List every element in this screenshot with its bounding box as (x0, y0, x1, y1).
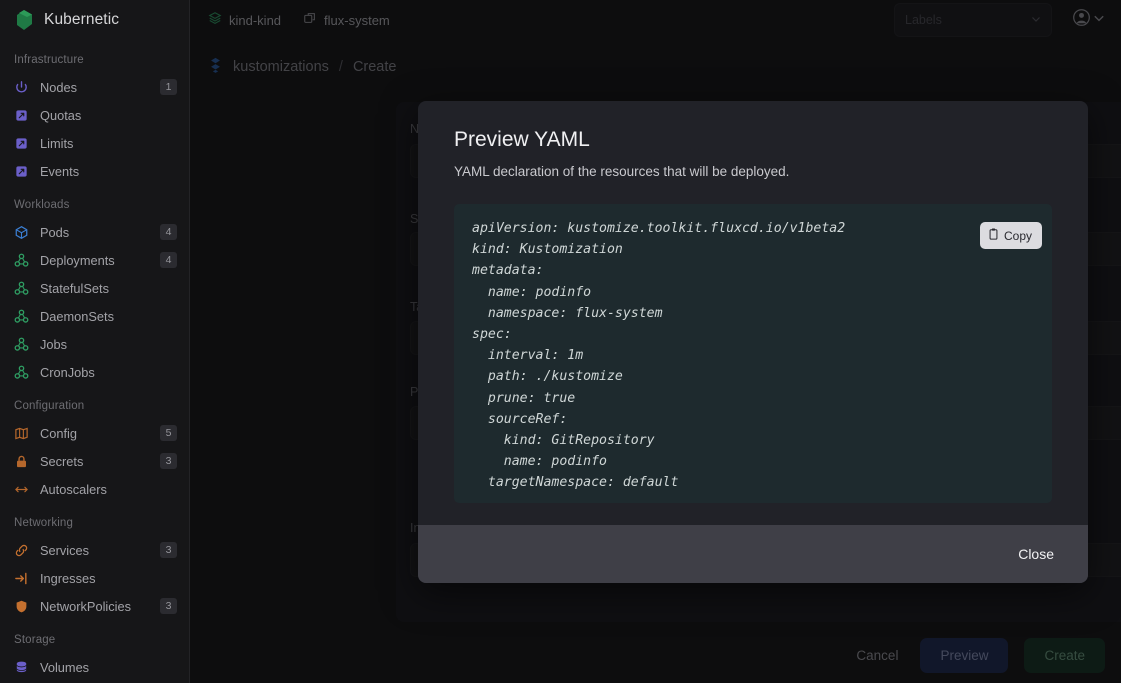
sidebar-item-daemonsets[interactable]: DaemonSets (0, 302, 189, 330)
sidebar-item-limits[interactable]: Limits (0, 129, 189, 157)
sidebar-item-label: NetworkPolicies (40, 598, 132, 614)
sidebar-nav: Infrastructure Nodes 1 Quotas Limits Events Wo… (0, 40, 189, 683)
sidebar-item-label: Ingresses (40, 570, 96, 586)
sidebar-section-title: Workloads (14, 199, 70, 211)
gauge-icon (14, 108, 29, 123)
arrows-horizontal-icon (14, 482, 29, 497)
sidebar-item-events[interactable]: Events (0, 157, 189, 185)
sidebar-item-badge: 3 (160, 542, 177, 558)
cluster-icon (14, 365, 29, 380)
sidebar-item-label: Events (40, 163, 80, 179)
cluster-icon (14, 337, 29, 352)
cube-icon (14, 225, 29, 240)
sidebar-section-title: Storage (14, 634, 56, 646)
sidebar-item-label: Services (40, 542, 90, 558)
sidebar-item-pods[interactable]: Pods 4 (0, 218, 189, 246)
sidebar-item-label: Autoscalers (40, 481, 107, 497)
gauge-icon (14, 164, 29, 179)
sidebar-item-badge: 5 (160, 425, 177, 441)
yaml-content: apiVersion: kustomize.toolkit.fluxcd.io/… (472, 221, 846, 491)
sidebar-item-label: Jobs (40, 336, 68, 352)
sidebar-item-badge: 3 (160, 598, 177, 614)
sidebar-item-statefulsets[interactable]: StatefulSets (0, 274, 189, 302)
sidebar-section-title: Configuration (14, 400, 85, 412)
sidebar-item-label: Nodes (40, 79, 77, 95)
sidebar-item-label: Config (40, 425, 77, 441)
close-button[interactable]: Close (1012, 538, 1060, 570)
copy-button[interactable]: Copy (979, 222, 1042, 249)
sidebar: Kubernetic Infrastructure Nodes 1 Quotas Lim… (0, 0, 190, 683)
sidebar-item-badge: 4 (160, 224, 177, 240)
map-icon (14, 426, 29, 441)
sidebar-section-title: Infrastructure (14, 54, 84, 66)
cluster-icon (14, 253, 29, 268)
main-content: kind-kind flux-system Labels (190, 0, 1121, 683)
copy-label: Copy (1003, 228, 1032, 243)
power-icon (14, 80, 29, 95)
sidebar-item-quotas[interactable]: Quotas (0, 101, 189, 129)
gauge-icon (14, 136, 29, 151)
sidebar-item-volumes[interactable]: Volumes (0, 653, 189, 681)
sidebar-item-autoscalers[interactable]: Autoscalers (0, 475, 189, 503)
sidebar-section-title: Networking (14, 517, 74, 529)
sidebar-item-services[interactable]: Services 3 (0, 536, 189, 564)
sidebar-item-config[interactable]: Config 5 (0, 419, 189, 447)
lock-icon (14, 454, 29, 469)
sidebar-item-badge: 3 (160, 453, 177, 469)
sidebar-item-ingresses[interactable]: Ingresses (0, 564, 189, 592)
app-root: Kubernetic Infrastructure Nodes 1 Quotas Lim… (0, 0, 1121, 683)
database-icon (14, 660, 29, 675)
sidebar-item-badge: 4 (160, 252, 177, 268)
sidebar-item-cronjobs[interactable]: CronJobs (0, 358, 189, 386)
dialog-footer: Close (418, 525, 1088, 583)
sidebar-item-label: StatefulSets (40, 280, 110, 296)
sidebar-item-label: Volumes (40, 659, 90, 675)
sidebar-item-label: Secrets (40, 453, 84, 469)
sidebar-item-secrets[interactable]: Secrets 3 (0, 447, 189, 475)
sidebar-item-label: Deployments (40, 252, 115, 268)
dialog-subtitle: YAML declaration of the resources that w… (454, 164, 790, 179)
kubernetic-logo-icon (14, 9, 34, 31)
link-icon (14, 543, 29, 558)
brand[interactable]: Kubernetic (0, 0, 189, 40)
preview-yaml-dialog: Preview YAML YAML declaration of the res… (418, 101, 1088, 583)
sidebar-item-label: Quotas (40, 107, 82, 123)
cluster-icon (14, 309, 29, 324)
sidebar-item-label: Pods (40, 224, 70, 240)
sidebar-item-nodes[interactable]: Nodes 1 (0, 73, 189, 101)
sidebar-item-badge: 1 (160, 79, 177, 95)
arrow-into-icon (14, 571, 29, 586)
yaml-preview-block: apiVersion: kustomize.toolkit.fluxcd.io/… (454, 204, 1052, 503)
cluster-icon (14, 281, 29, 296)
dialog-title: Preview YAML (454, 128, 590, 151)
sidebar-item-label: CronJobs (40, 364, 95, 380)
sidebar-item-label: Limits (40, 135, 74, 151)
clipboard-icon (988, 228, 999, 243)
brand-name: Kubernetic (44, 11, 120, 28)
sidebar-item-deployments[interactable]: Deployments 4 (0, 246, 189, 274)
sidebar-item-label: DaemonSets (40, 308, 114, 324)
sidebar-item-jobs[interactable]: Jobs (0, 330, 189, 358)
shield-icon (14, 599, 29, 614)
sidebar-item-networkpolicies[interactable]: NetworkPolicies 3 (0, 592, 189, 620)
